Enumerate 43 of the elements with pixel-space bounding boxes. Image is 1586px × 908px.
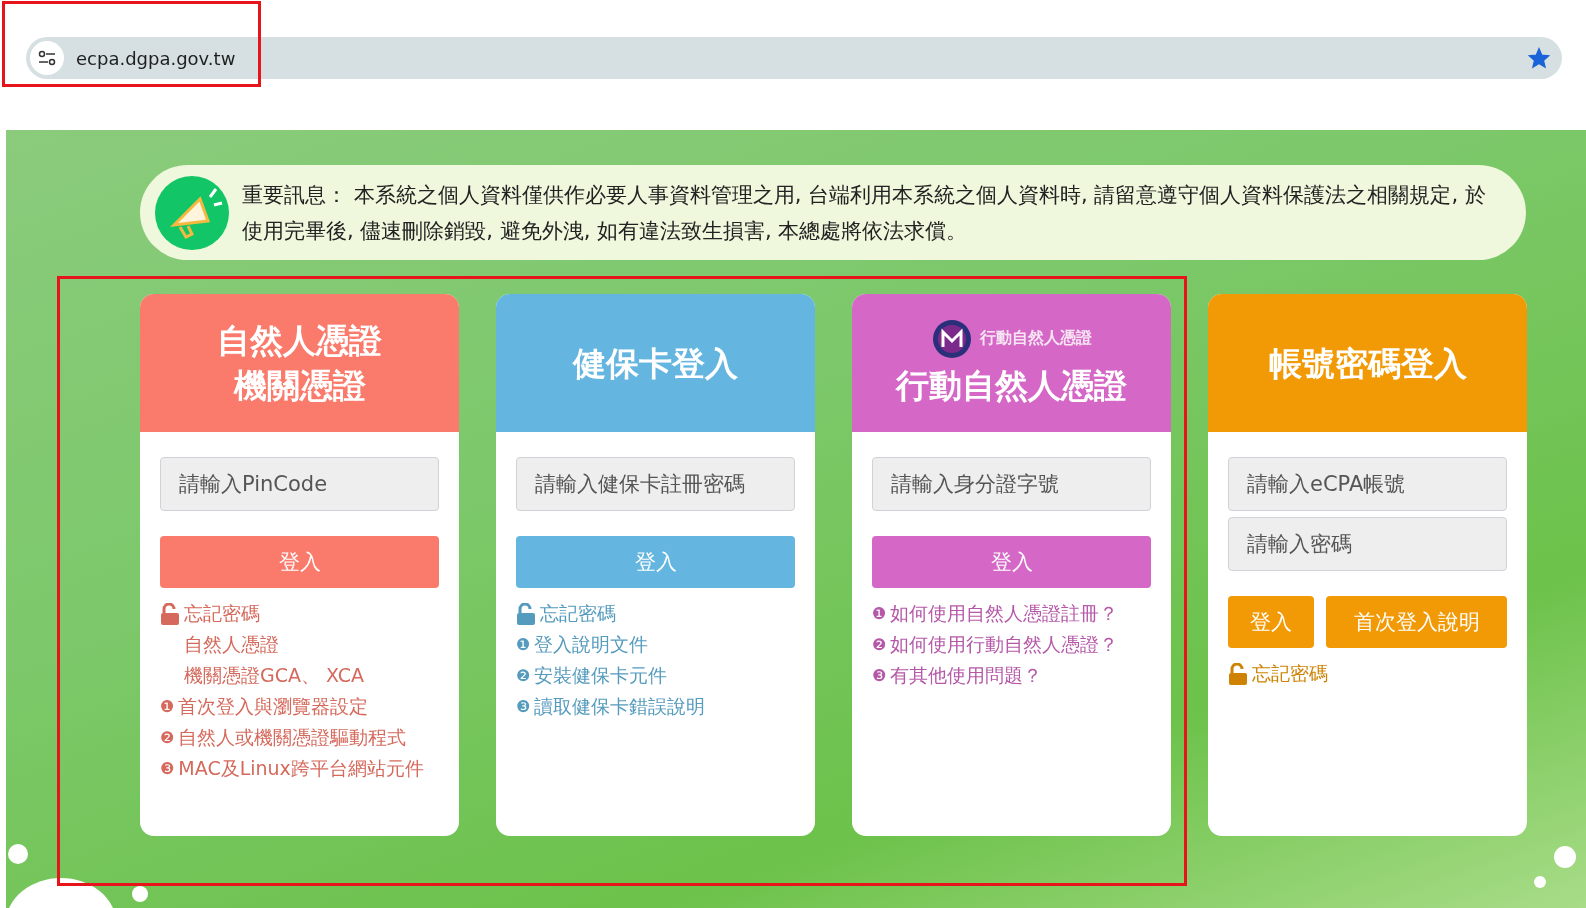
login-button[interactable]: 登入 [160, 536, 439, 588]
megaphone-icon [154, 174, 230, 251]
input-field[interactable]: 請輸入健保卡註冊密碼 [516, 457, 795, 511]
help-link[interactable]: ❸ MAC及Linux跨平台網站元件 [160, 753, 424, 784]
notice-text: 重要訊息： 本系統之個人資料僅供作必要人事資料管理之用, 台端利用本系統之個人資料時, 請留意遵守個人資料保護法之相關規定, 於使用完畢後, 儘速刪除銷毀, 避免外洩, 如有違法致生損害, 本總處將依法求償。 [242, 181, 1486, 245]
login-button[interactable]: 登入 [872, 536, 1151, 588]
star-icon[interactable] [1528, 47, 1550, 69]
decorative-dot [8, 844, 28, 864]
card-title: 自然人憑證 機關憑證 [217, 320, 382, 407]
forgot-password-link[interactable]: 忘記密碼 [516, 598, 616, 629]
decorative-dot [1554, 846, 1576, 868]
card-title: 行動自然人憑證 [896, 364, 1127, 407]
forgot-password-link[interactable]: 忘記密碼 [160, 598, 260, 629]
help-link[interactable]: ❸ 有其他使用問題？ [872, 660, 1043, 691]
logo-icon [931, 318, 972, 359]
help-link[interactable]: ❸ 讀取健保卡錯誤說明 [516, 691, 706, 722]
help-link[interactable]: 自然人憑證 [160, 629, 279, 660]
card-title: 帳號密碼登入 [1268, 342, 1467, 385]
decorative-dot [1534, 876, 1546, 888]
forgot-password-link[interactable]: 忘記密碼 [1228, 658, 1328, 689]
unlock-icon [516, 602, 536, 625]
help-link[interactable]: ❷ 安裝健保卡元件 [516, 660, 668, 691]
input-field[interactable]: 請輸入密碼 [1228, 517, 1507, 571]
decorative-dot [132, 886, 148, 902]
help-link[interactable]: ❶ 登入說明文件 [516, 629, 649, 660]
logo-text: 行動自然人憑證 [979, 328, 1092, 349]
help-button[interactable]: 首次登入說明 [1326, 596, 1507, 648]
site-settings-icon[interactable] [30, 41, 64, 75]
input-field[interactable]: 請輸入身分證字號 [872, 457, 1151, 511]
login-button[interactable]: 登入 [1228, 596, 1314, 648]
help-link[interactable]: ❷ 如何使用行動自然人憑證？ [872, 629, 1119, 660]
help-link[interactable]: ❶ 首次登入與瀏覽器設定 [160, 691, 369, 722]
help-link[interactable]: 機關憑證GCA、 XCA [160, 660, 364, 691]
card-title: 健保卡登入 [573, 342, 738, 385]
login-button[interactable]: 登入 [516, 536, 795, 588]
address-bar[interactable]: ecpa.dgpa.gov.tw [26, 37, 1562, 79]
input-field[interactable]: 請輸入PinCode [160, 457, 439, 511]
unlock-icon [1228, 662, 1248, 685]
url-text: ecpa.dgpa.gov.tw [76, 47, 237, 69]
input-field[interactable]: 請輸入eCPA帳號 [1228, 457, 1507, 511]
help-link[interactable]: ❷ 自然人或機關憑證驅動程式 [160, 722, 407, 753]
unlock-icon [160, 602, 180, 625]
help-link[interactable]: ❶ 如何使用自然人憑證註冊？ [872, 598, 1119, 629]
